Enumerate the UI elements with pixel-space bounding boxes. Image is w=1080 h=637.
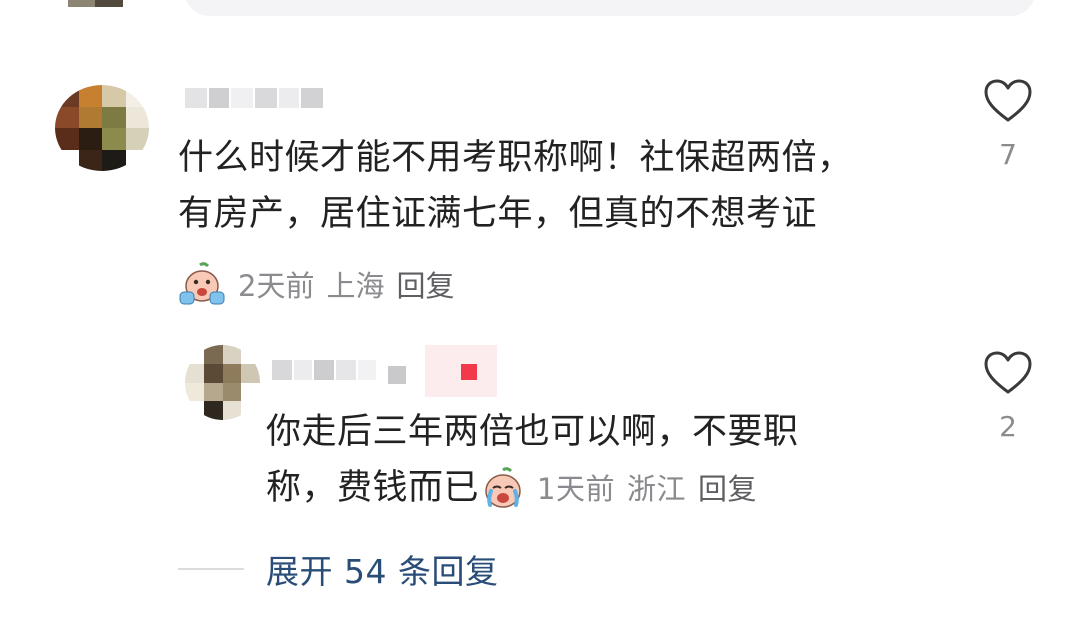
previous-comment-bubble (185, 0, 1035, 16)
reply-location: 浙江 (626, 472, 686, 506)
like-count: 2 (999, 410, 1017, 443)
comment-text-line: 有房产，居住证满七年，但真的不想考证 (178, 194, 818, 234)
reply-meta: 1天前 浙江 回复 (527, 461, 757, 517)
commenter-avatar[interactable] (55, 85, 149, 171)
comment-time: 2天前 (238, 269, 315, 303)
comment-text-line: 什么时候才能不用考职称啊！社保超两倍， (178, 138, 853, 178)
comment-location: 上海 (326, 269, 385, 303)
reply-text: 你走后三年两倍也可以啊，不要职 称，费钱而已 1天前 浙江 回复 (266, 404, 906, 517)
author-badge (425, 345, 497, 397)
reply-time: 1天前 (537, 472, 615, 506)
comment-meta: 2天前 上海 回复 (178, 262, 454, 306)
badge-dot (461, 364, 477, 380)
previous-comment-avatar[interactable] (40, 0, 150, 30)
crying-face-emoji-icon (178, 262, 226, 306)
comment-like[interactable]: 7 (978, 78, 1038, 171)
heart-outline-icon[interactable] (983, 350, 1033, 396)
reply-text-line: 你走后三年两倍也可以啊，不要职 (266, 412, 799, 452)
crying-face-emoji-icon (479, 467, 527, 511)
like-count: 7 (999, 138, 1017, 171)
reply-to-reply-button[interactable]: 回复 (698, 461, 757, 517)
reply-like[interactable]: 2 (978, 350, 1038, 443)
replier-username-blurred[interactable] (272, 360, 376, 380)
expand-replies-link[interactable]: 展开 54 条回复 (266, 545, 498, 593)
heart-outline-icon[interactable] (983, 78, 1033, 124)
expand-replies-row[interactable]: 展开 54 条回复 (178, 545, 498, 593)
reply-button[interactable]: 回复 (396, 263, 454, 305)
comment-text: 什么时候才能不用考职称啊！社保超两倍， 有房产，居住证满七年，但真的不想考证 (178, 130, 958, 242)
reply-text-line: 称，费钱而已 (266, 468, 480, 508)
expand-divider (178, 568, 244, 570)
username-separator-mark (388, 366, 406, 384)
replier-avatar[interactable] (185, 345, 260, 420)
commenter-username-blurred[interactable] (185, 88, 323, 108)
